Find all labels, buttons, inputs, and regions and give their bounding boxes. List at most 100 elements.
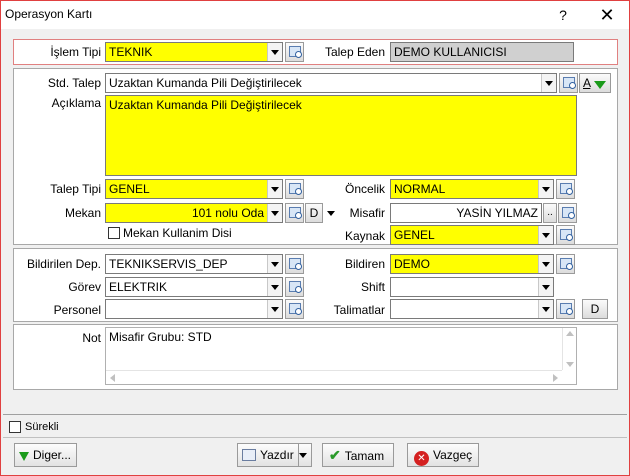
- footer-divider: [3, 414, 627, 415]
- chevron-down-icon[interactable]: [538, 255, 553, 273]
- chevron-down-icon[interactable]: [267, 204, 282, 222]
- lookup-icon: [289, 258, 302, 270]
- vazgec-label: Vazgeç: [433, 448, 473, 462]
- talep-eden-field: DEMO KULLANICISI: [390, 42, 574, 62]
- chevron-down-icon[interactable]: [267, 255, 282, 273]
- gorev-label: Görev: [68, 280, 101, 294]
- lookup-icon: [560, 229, 573, 241]
- lookup-icon: [560, 303, 573, 315]
- std-talep-select[interactable]: Uzaktan Kumanda Pili Değiştirilecek: [105, 73, 557, 93]
- printer-icon: [242, 449, 256, 461]
- islem-tipi-label: İşlem Tipi: [50, 45, 101, 59]
- oncelik-label: Öncelik: [344, 182, 385, 196]
- yazdir-dropdown-button[interactable]: [298, 443, 312, 467]
- mekan-value: 101 nolu Oda: [191, 206, 264, 220]
- diger-label: Diger...: [33, 448, 72, 462]
- bildirilen-dep-value: TEKNIKSERVIS_DEP: [109, 257, 228, 271]
- yazdir-button[interactable]: Yazdır: [237, 443, 299, 467]
- kaynak-lookup-button[interactable]: [556, 225, 575, 245]
- talimatlar-lookup-button[interactable]: [556, 299, 575, 319]
- lookup-icon: [560, 258, 573, 270]
- chevron-down-icon[interactable]: [538, 226, 553, 244]
- font-button[interactable]: A: [579, 73, 611, 93]
- misafir-label: Misafir: [349, 206, 385, 220]
- chevron-down-icon[interactable]: [267, 300, 282, 318]
- oncelik-select[interactable]: NORMAL: [390, 179, 554, 199]
- shift-select[interactable]: [390, 277, 554, 297]
- kaynak-label: Kaynak: [344, 229, 385, 243]
- chevron-down-icon: [296, 446, 311, 464]
- islem-tipi-select[interactable]: TEKNIK: [105, 42, 283, 62]
- tamam-button[interactable]: ✔ Tamam: [322, 443, 394, 467]
- mekan-select[interactable]: 101 nolu Oda: [105, 203, 283, 223]
- tamam-label: Tamam: [344, 449, 385, 463]
- window-title: Operasyon Kartı: [5, 7, 93, 21]
- gorev-select[interactable]: ELEKTRIK: [105, 277, 283, 297]
- not-value: Misafir Grubu: STD: [109, 330, 212, 344]
- chevron-down-icon[interactable]: [267, 43, 282, 61]
- talep-tipi-label: Talep Tipi: [50, 182, 101, 196]
- talimatlar-d-button[interactable]: D: [582, 299, 608, 319]
- not-label: Not: [82, 331, 101, 345]
- lookup-icon: [562, 207, 575, 219]
- diger-button[interactable]: Diger...: [14, 443, 77, 467]
- yazdir-label: Yazdır: [260, 448, 294, 462]
- help-button[interactable]: ?: [549, 1, 577, 29]
- bildiren-value: DEMO: [394, 257, 430, 271]
- shift-label: Shift: [360, 280, 385, 294]
- kaynak-value: GENEL: [394, 228, 435, 242]
- misafir-lookup-button[interactable]: [558, 203, 577, 223]
- lookup-icon: [560, 183, 573, 195]
- std-talep-label: Std. Talep: [47, 76, 101, 90]
- chevron-down-icon[interactable]: [538, 278, 553, 296]
- chevron-down-icon[interactable]: [538, 300, 553, 318]
- bildiren-lookup-button[interactable]: [556, 254, 575, 274]
- talimatlar-select[interactable]: [390, 299, 554, 319]
- chevron-down-icon[interactable]: [538, 180, 553, 198]
- misafir-field[interactable]: YASİN YILMAZ: [390, 203, 542, 223]
- bildirilen-dep-select[interactable]: TEKNIKSERVIS_DEP: [105, 254, 283, 274]
- lookup-icon: [563, 77, 576, 89]
- surekli-checkbox[interactable]: [9, 421, 21, 433]
- talep-tipi-value: GENEL: [109, 182, 150, 196]
- talep-eden-label: Talep Eden: [324, 45, 385, 59]
- oncelik-value: NORMAL: [394, 182, 446, 196]
- bildirilen-dep-label: Bildirilen Dep.: [26, 257, 101, 271]
- misafir-more-button[interactable]: ..: [543, 203, 557, 223]
- checkmark-icon: ✔: [329, 447, 341, 463]
- surekli-label: Sürekli: [25, 421, 59, 433]
- islem-tipi-value: TEKNIK: [109, 45, 153, 59]
- std-talep-value: Uzaktan Kumanda Pili Değiştirilecek: [109, 76, 302, 90]
- std-talep-lookup-button[interactable]: [559, 73, 578, 93]
- font-a-label: A: [583, 76, 591, 90]
- not-textarea[interactable]: Misafir Grubu: STD: [105, 327, 577, 385]
- lookup-icon: [289, 207, 302, 219]
- bildiren-select[interactable]: DEMO: [390, 254, 554, 274]
- talimatlar-label: Talimatlar: [333, 303, 385, 317]
- vazgec-button[interactable]: ✕ Vazgeç: [407, 443, 479, 467]
- lookup-icon: [289, 281, 302, 293]
- lookup-icon: [289, 183, 302, 195]
- mekan-kullanim-checkbox[interactable]: [108, 227, 120, 239]
- footer-divider-2: [3, 437, 627, 438]
- close-button[interactable]: ✕: [587, 1, 627, 29]
- green-down-arrow-icon: [19, 452, 29, 461]
- gorev-value: ELEKTRIK: [109, 280, 168, 294]
- bildiren-label: Bildiren: [344, 257, 385, 271]
- oncelik-lookup-button[interactable]: [556, 179, 575, 199]
- lookup-icon: [289, 303, 302, 315]
- mekan-kullanim-label: Mekan Kullanim Disi: [123, 226, 232, 240]
- title-bar[interactable]: Operasyon Kartı ? ✕: [1, 1, 629, 29]
- aciklama-textarea[interactable]: Uzaktan Kumanda Pili Değiştirilecek: [105, 95, 577, 176]
- kaynak-select[interactable]: GENEL: [390, 225, 554, 245]
- personel-select[interactable]: [105, 299, 283, 319]
- not-horizontal-scrollbar[interactable]: [106, 370, 562, 384]
- talep-tipi-select[interactable]: GENEL: [105, 179, 283, 199]
- chevron-down-icon[interactable]: [541, 74, 556, 92]
- not-vertical-scrollbar[interactable]: [562, 328, 576, 370]
- chevron-down-icon[interactable]: [267, 278, 282, 296]
- personel-label: Personel: [53, 303, 101, 317]
- dialog-window: Operasyon Kartı ? ✕ İşlem Tipi TEKNIK Ta…: [0, 0, 630, 476]
- green-down-arrow-icon: [593, 81, 606, 89]
- chevron-down-icon[interactable]: [267, 180, 282, 198]
